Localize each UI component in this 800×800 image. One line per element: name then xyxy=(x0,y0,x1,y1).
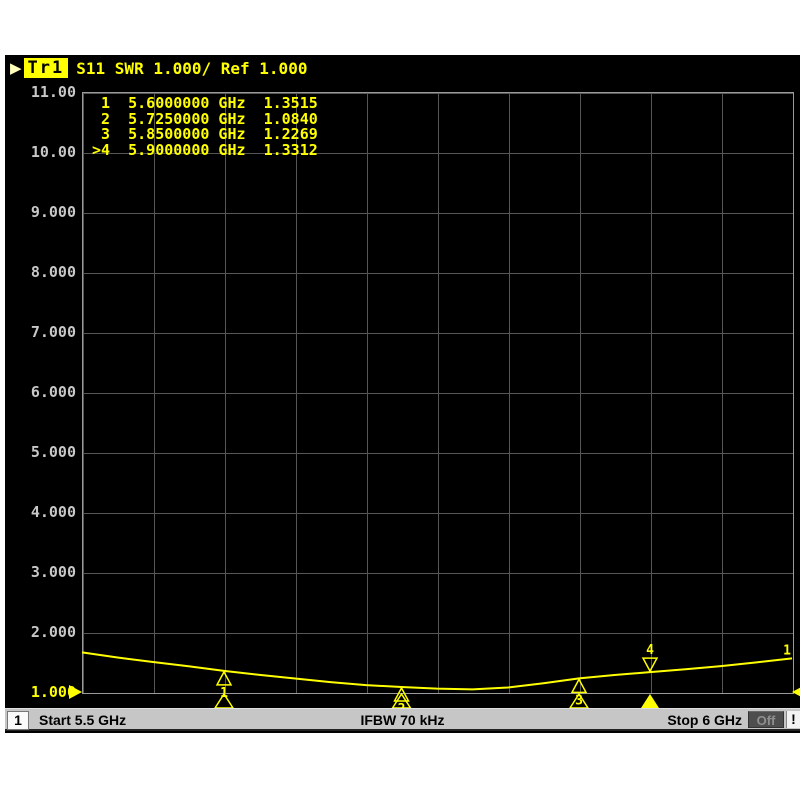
y-axis-tick-label: 3.000 xyxy=(0,563,78,581)
y-axis-tick-label: 9.000 xyxy=(0,203,78,221)
off-button[interactable]: Off xyxy=(748,711,784,728)
y-axis-tick-label: 11.00 xyxy=(0,83,78,101)
trace-number-label: 1 xyxy=(783,643,791,658)
ref-level-left-arrow-icon xyxy=(69,685,82,699)
ref-level-right-arrow-icon xyxy=(792,685,800,699)
swr-trace xyxy=(82,652,792,689)
marker-icon xyxy=(217,672,231,685)
marker-number: 4 xyxy=(646,643,654,658)
swr-trace-plot: 12341 xyxy=(68,92,800,712)
y-axis-labels: 11.00 10.00 9.000 8.000 7.000 6.000 5.000 4.000… xyxy=(0,0,78,800)
stop-frequency-label: Stop 6 GHz xyxy=(667,711,742,729)
y-axis-tick-label: 7.000 xyxy=(0,323,78,341)
y-axis-tick-label: 8.000 xyxy=(0,263,78,281)
y-axis-tick-label: 2.000 xyxy=(0,623,78,641)
marker-icon xyxy=(572,679,586,692)
alert-indicator[interactable]: ! xyxy=(786,711,800,728)
channel-number-box: 1 xyxy=(7,711,29,730)
y-axis-tick-label: 6.000 xyxy=(0,383,78,401)
marker-number: 3 xyxy=(575,693,583,708)
active-marker-axis-icon xyxy=(641,694,659,708)
active-marker-icon xyxy=(643,658,657,671)
y-axis-tick-label: 4.000 xyxy=(0,503,78,521)
trace-measurement-text: S11 SWR 1.000/ Ref 1.000 xyxy=(76,59,307,78)
ifbw-label: IFBW 70 kHz xyxy=(360,711,444,729)
status-bar: 1 Start 5.5 GHz IFBW 70 kHz Stop 6 GHz O… xyxy=(5,708,800,731)
start-frequency-label: Start 5.5 GHz xyxy=(39,711,126,729)
y-axis-tick-label: 10.00 xyxy=(0,143,78,161)
y-axis-tick-label: 1.000 xyxy=(0,683,78,701)
y-axis-tick-label: 5.000 xyxy=(0,443,78,461)
vna-screen-page: ▶ Tr1 S11 SWR 1.000/ Ref 1.000 11.0010.0… xyxy=(0,0,800,800)
